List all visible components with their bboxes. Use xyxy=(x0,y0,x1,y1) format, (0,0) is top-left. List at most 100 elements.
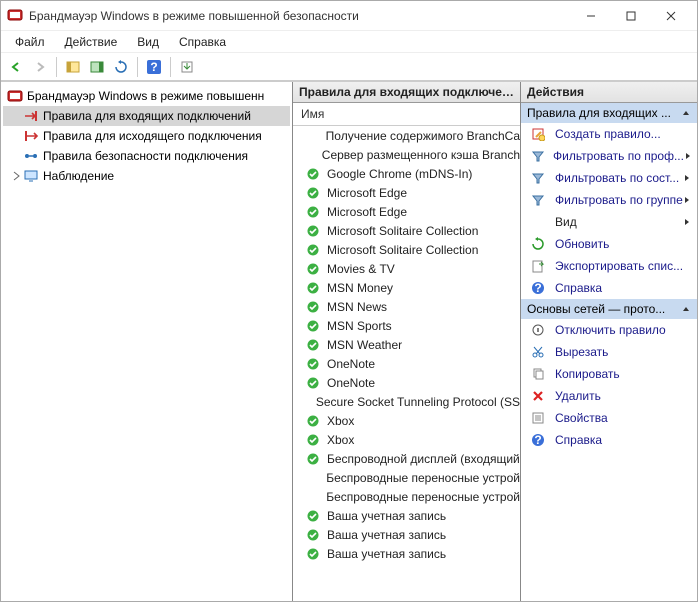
rule-row[interactable]: OneNote xyxy=(293,354,520,373)
rule-row[interactable]: Secure Socket Tunneling Protocol (SS xyxy=(293,392,520,411)
rule-row[interactable]: Сервер размещенного кэша Branch xyxy=(293,145,520,164)
action-help[interactable]: ? Справка xyxy=(521,277,697,299)
menu-view[interactable]: Вид xyxy=(127,33,169,51)
rule-row[interactable]: Movies & TV xyxy=(293,259,520,278)
minimize-button[interactable] xyxy=(571,2,611,30)
rule-row[interactable]: Ваша учетная запись xyxy=(293,525,520,544)
tree-monitoring[interactable]: Наблюдение xyxy=(3,166,290,186)
action-filter-profile[interactable]: Фильтровать по проф... xyxy=(521,145,697,167)
rule-row[interactable]: Google Chrome (mDNS-In) xyxy=(293,164,520,183)
rule-row[interactable]: Беспроводной дисплей (входящий xyxy=(293,449,520,468)
action-filter-state[interactable]: Фильтровать по сост... xyxy=(521,167,697,189)
rule-name: Беспроводные переносные устрой xyxy=(326,471,520,485)
rule-name: MSN Money xyxy=(327,281,393,295)
firewall-icon xyxy=(7,88,23,104)
tree-root[interactable]: Брандмауэр Windows в режиме повышенн xyxy=(3,86,290,106)
actions-section-selected[interactable]: Основы сетей — прото... xyxy=(521,299,697,319)
enabled-icon xyxy=(307,453,321,465)
section-title: Правила для входящих ... xyxy=(527,106,671,120)
rule-row[interactable]: MSN Money xyxy=(293,278,520,297)
rule-row[interactable]: Ваша учетная запись xyxy=(293,506,520,525)
toolbar-help[interactable]: ? xyxy=(143,56,165,78)
app-icon xyxy=(7,8,23,24)
action-new-rule[interactable]: Создать правило... xyxy=(521,123,697,145)
tree-outbound-rules[interactable]: Правила для исходящего подключения xyxy=(3,126,290,146)
rule-name: MSN News xyxy=(327,300,387,314)
rule-row[interactable]: MSN Weather xyxy=(293,335,520,354)
rule-row[interactable]: Microsoft Solitaire Collection xyxy=(293,221,520,240)
tree-label: Наблюдение xyxy=(43,169,114,183)
filter-icon xyxy=(531,149,545,163)
rule-row[interactable]: Ваша учетная запись xyxy=(293,544,520,563)
action-copy[interactable]: Копировать xyxy=(521,363,697,385)
menu-file[interactable]: Файл xyxy=(5,33,55,51)
expand-icon[interactable] xyxy=(11,170,23,182)
action-label: Копировать xyxy=(555,367,620,381)
close-button[interactable] xyxy=(651,2,691,30)
toolbar: ? xyxy=(1,53,697,81)
rule-row[interactable]: MSN Sports xyxy=(293,316,520,335)
enabled-icon xyxy=(307,339,321,351)
action-disable-rule[interactable]: Отключить правило xyxy=(521,319,697,341)
action-help[interactable]: ? Справка xyxy=(521,429,697,451)
action-delete[interactable]: Удалить xyxy=(521,385,697,407)
rule-row[interactable]: Microsoft Solitaire Collection xyxy=(293,240,520,259)
properties-icon xyxy=(531,411,547,425)
tree-pane: Брандмауэр Windows в режиме повышенн Пра… xyxy=(1,82,293,601)
rules-list[interactable]: Получение содержимого BranchCaСервер раз… xyxy=(293,126,520,601)
action-label: Создать правило... xyxy=(555,127,661,141)
tree[interactable]: Брандмауэр Windows в режиме повышенн Пра… xyxy=(1,82,292,601)
rule-row[interactable]: Microsoft Edge xyxy=(293,183,520,202)
toolbar-back[interactable] xyxy=(5,56,27,78)
svg-text:?: ? xyxy=(534,433,541,447)
menu-help[interactable]: Справка xyxy=(169,33,236,51)
collapse-icon[interactable] xyxy=(681,108,691,118)
rule-row[interactable]: Беспроводные переносные устрой xyxy=(293,468,520,487)
action-label: Удалить xyxy=(555,389,601,403)
rule-row[interactable]: Получение содержимого BranchCa xyxy=(293,126,520,145)
actions-header: Действия xyxy=(521,82,697,103)
menubar: Файл Действие Вид Справка xyxy=(1,31,697,53)
action-label: Обновить xyxy=(555,237,609,251)
menu-action[interactable]: Действие xyxy=(55,33,128,51)
action-export[interactable]: Экспортировать спис... xyxy=(521,255,697,277)
toolbar-show-hide-tree[interactable] xyxy=(62,56,84,78)
rule-row[interactable]: Беспроводные переносные устрой xyxy=(293,487,520,506)
rule-row[interactable]: Xbox xyxy=(293,430,520,449)
submenu-icon xyxy=(683,196,691,204)
enabled-icon xyxy=(307,282,321,294)
rule-row[interactable]: Microsoft Edge xyxy=(293,202,520,221)
action-view[interactable]: Вид xyxy=(521,211,697,233)
filter-icon xyxy=(531,193,547,207)
rule-row[interactable]: Xbox xyxy=(293,411,520,430)
column-header-name[interactable]: Имя xyxy=(293,103,520,126)
toolbar-refresh[interactable] xyxy=(110,56,132,78)
toolbar-show-hide-actions[interactable] xyxy=(86,56,108,78)
action-refresh[interactable]: Обновить xyxy=(521,233,697,255)
enabled-icon xyxy=(307,244,321,256)
rules-pane: Правила для входящих подключений Имя Пол… xyxy=(293,82,521,601)
enabled-icon xyxy=(307,206,321,218)
connection-security-icon xyxy=(23,148,39,164)
enabled-icon xyxy=(307,529,321,541)
submenu-icon xyxy=(683,174,691,182)
rule-row[interactable]: MSN News xyxy=(293,297,520,316)
toolbar-export[interactable] xyxy=(176,56,198,78)
action-label: Вид xyxy=(555,215,577,229)
actions-section-rules[interactable]: Правила для входящих ... xyxy=(521,103,697,123)
action-cut[interactable]: Вырезать xyxy=(521,341,697,363)
toolbar-forward[interactable] xyxy=(29,56,51,78)
action-label: Отключить правило xyxy=(555,323,666,337)
rule-row[interactable]: OneNote xyxy=(293,373,520,392)
tree-connection-security[interactable]: Правила безопасности подключения xyxy=(3,146,290,166)
rule-name: Ваша учетная запись xyxy=(327,509,446,523)
action-properties[interactable]: Свойства xyxy=(521,407,697,429)
rule-name: Ваша учетная запись xyxy=(327,547,446,561)
collapse-icon[interactable] xyxy=(681,304,691,314)
tree-inbound-rules[interactable]: Правила для входящих подключений xyxy=(3,106,290,126)
action-label: Фильтровать по сост... xyxy=(555,171,679,185)
rule-name: OneNote xyxy=(327,357,375,371)
action-label: Свойства xyxy=(555,411,608,425)
action-filter-group[interactable]: Фильтровать по группе xyxy=(521,189,697,211)
maximize-button[interactable] xyxy=(611,2,651,30)
